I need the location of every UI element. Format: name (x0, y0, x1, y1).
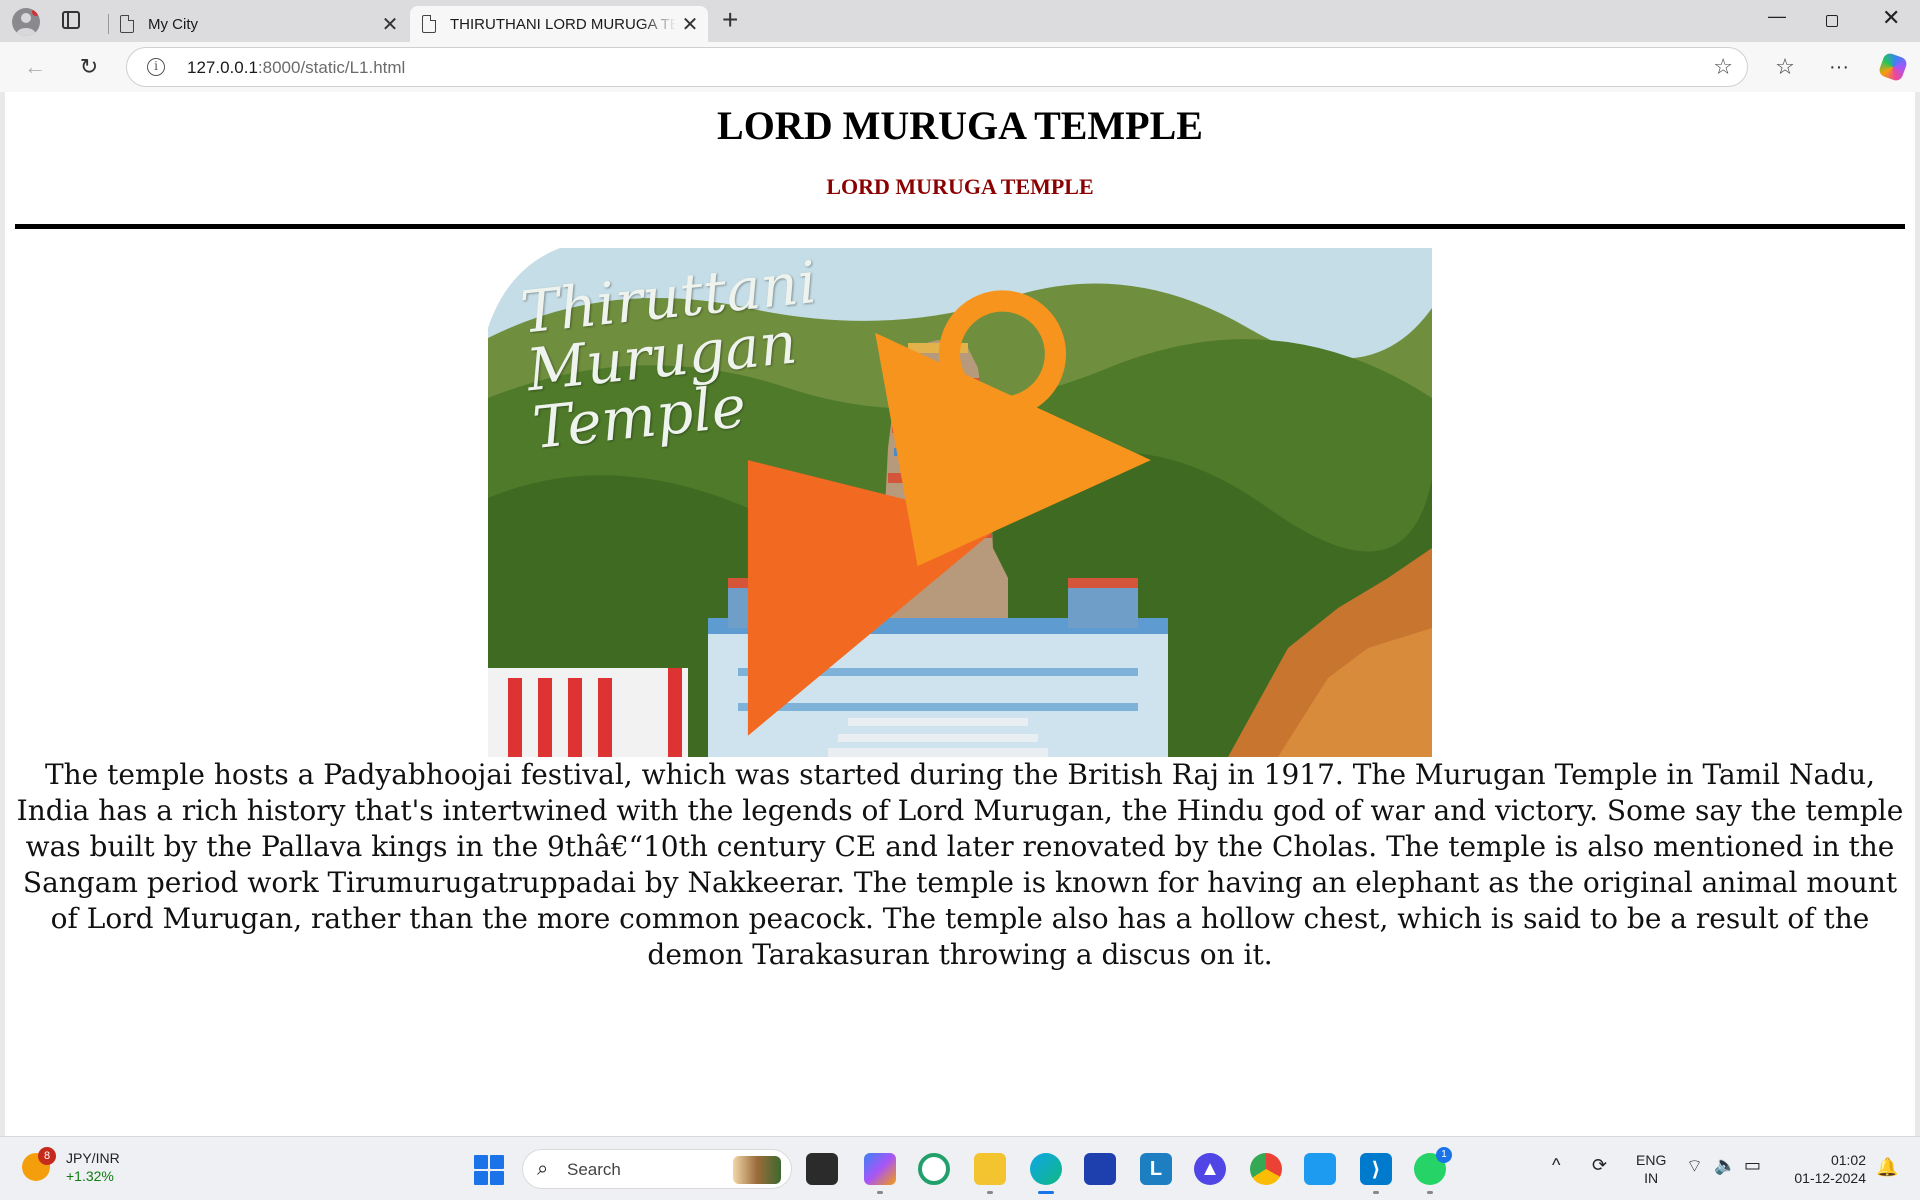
taskbar: 8 JPY/INR +1.32% ⌕ Search L ▲ ⟩ 1 ^ ⟳ EN… (0, 1136, 1920, 1200)
address-bar[interactable]: i 127.0.0.1:8000/static/L1.html ☆ (126, 47, 1748, 87)
restore-icon[interactable] (1826, 15, 1838, 27)
page-viewport: LORD MURUGA TEMPLE LORD MURUGA TEMPLE Th… (5, 92, 1915, 1136)
bell-icon[interactable]: 🔔 (1876, 1157, 1898, 1178)
windows-start-icon[interactable] (474, 1155, 504, 1185)
tab-title: My City (148, 15, 198, 33)
battery-icon[interactable]: ▭ (1744, 1155, 1761, 1176)
url-path: :8000/static/L1.html (257, 58, 406, 77)
notepad-icon[interactable] (1304, 1153, 1336, 1185)
page-subtitle: LORD MURUGA TEMPLE (826, 174, 1094, 199)
widget-change: +1.32% (66, 1168, 114, 1184)
image-caption: Thiruttani Murugan Temple (517, 248, 820, 463)
favorites-icon[interactable]: ☆ (1770, 52, 1800, 82)
article-text: The temple hosts a Padyabhoojai festival… (16, 758, 1904, 971)
language-code: ENG (1636, 1152, 1667, 1168)
search-highlight-image (733, 1156, 781, 1184)
page-title: LORD MURUGA TEMPLE (717, 103, 1203, 148)
page-icon (120, 15, 134, 33)
market-widget[interactable]: 8 JPY/INR +1.32% (22, 1147, 120, 1185)
close-icon[interactable]: ✕ (376, 12, 404, 37)
minimize-icon[interactable]: — (1768, 6, 1786, 27)
widget-title: JPY/INR (66, 1150, 120, 1166)
whatsapp-icon[interactable]: 1 (1414, 1147, 1452, 1194)
url-host: 127.0.0.1 (187, 58, 258, 77)
volume-icon[interactable]: 🔈 (1714, 1155, 1736, 1176)
temple-image: Thiruttani Murugan Temple (488, 248, 1432, 757)
search-icon: ⌕ (537, 1158, 549, 1180)
widget-badge: 8 (38, 1147, 56, 1165)
search-label: Search (567, 1160, 621, 1179)
page-icon (422, 15, 436, 33)
copilot-icon[interactable] (1877, 51, 1909, 83)
browser-toolbar: ← ↻ i 127.0.0.1:8000/static/L1.html ☆ ☆ … (0, 42, 1920, 92)
url-text[interactable]: 127.0.0.1:8000/static/L1.html (187, 58, 405, 78)
language-indicator[interactable]: ENG IN (1636, 1151, 1666, 1187)
system-clock[interactable]: 01:02 01-12-2024 (1786, 1151, 1866, 1187)
wifi-icon[interactable]: ⌔ (1686, 1155, 1703, 1178)
close-icon[interactable]: ✕ (676, 12, 704, 37)
clock-date: 01-12-2024 (1794, 1170, 1866, 1186)
region-code: IN (1644, 1170, 1659, 1186)
task-view-icon[interactable] (806, 1153, 838, 1185)
chrome-icon[interactable] (1250, 1153, 1282, 1185)
refresh-icon[interactable]: ↻ (74, 52, 104, 82)
sync-icon[interactable]: ⟳ (1592, 1155, 1607, 1176)
file-explorer-icon[interactable] (974, 1153, 1006, 1194)
browser-tab-bar: My City ✕ THIRUTHANI LORD MURUGA TEMPLE … (0, 0, 1920, 42)
back-icon[interactable]: ← (20, 52, 50, 82)
edge-icon[interactable] (1030, 1153, 1062, 1194)
tab-my-city[interactable]: My City ✕ (108, 6, 408, 42)
more-icon[interactable]: ··· (1824, 52, 1854, 82)
l-app-icon[interactable]: L (1140, 1153, 1172, 1185)
horizontal-rule (15, 224, 1905, 229)
copilot-app-icon[interactable] (864, 1153, 896, 1194)
profile-icon[interactable] (12, 8, 40, 36)
tab-actions-icon[interactable] (62, 11, 80, 29)
tab-thiruthani-temple[interactable]: THIRUTHANI LORD MURUGA TEMPLE ✕ (410, 6, 708, 42)
whatsapp-badge: 1 (1436, 1147, 1452, 1163)
vscode-icon[interactable]: ⟩ (1360, 1153, 1392, 1194)
close-window-icon[interactable]: ✕ (1882, 5, 1900, 31)
star-icon[interactable]: ☆ (1713, 54, 1733, 80)
tab-title: THIRUTHANI LORD MURUGA TEMPLE (450, 15, 676, 33)
taskbar-search[interactable]: ⌕ Search (522, 1149, 792, 1189)
chevron-up-icon[interactable]: ^ (1552, 1155, 1560, 1176)
store-icon[interactable] (1084, 1153, 1116, 1185)
triangle-app-icon[interactable]: ▲ (1194, 1153, 1226, 1185)
refresh-app-icon[interactable] (918, 1153, 950, 1185)
info-icon[interactable]: i (147, 58, 165, 76)
clock-time: 01:02 (1830, 1152, 1866, 1168)
new-tab-icon[interactable]: + (722, 4, 738, 36)
widget-icon: 8 (22, 1147, 56, 1181)
